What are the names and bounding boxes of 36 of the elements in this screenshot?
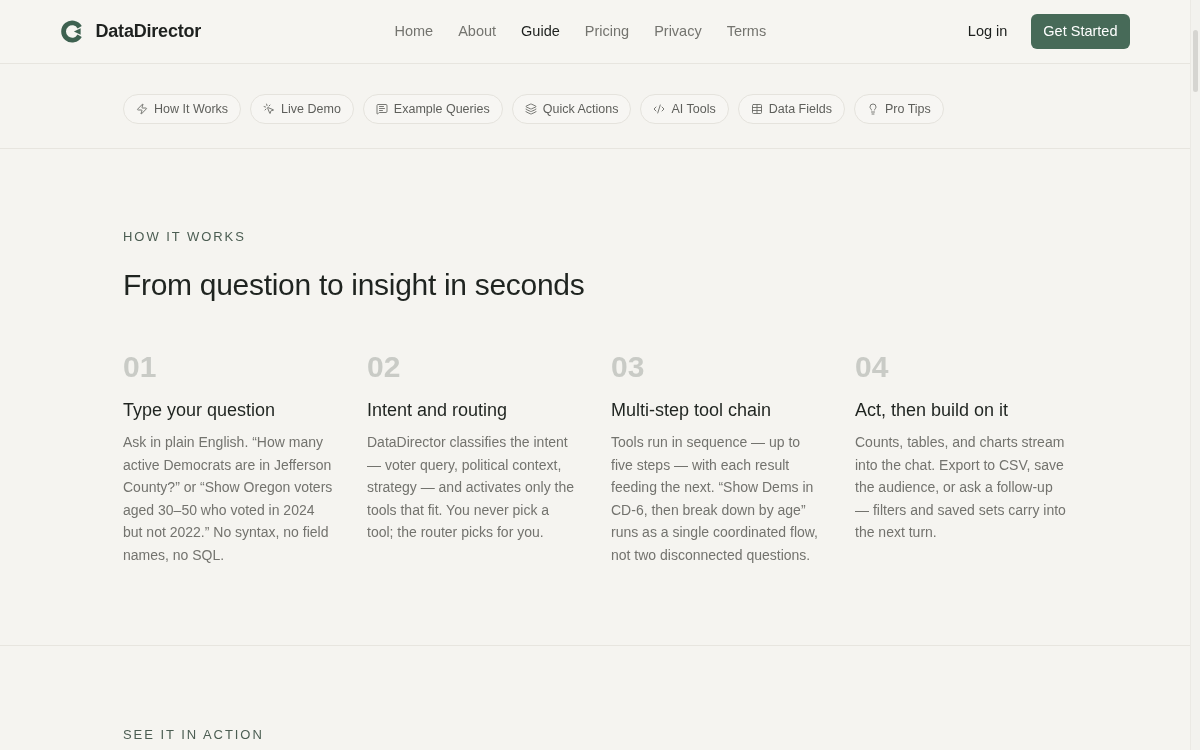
nav-link[interactable]: Privacy bbox=[654, 20, 702, 43]
section-chip[interactable]: Example Queries bbox=[362, 94, 503, 124]
layers-icon bbox=[524, 103, 537, 115]
step-title: Type your question bbox=[123, 399, 277, 422]
step-description: Counts, tables, and charts stream into the chat. Export to CSV, save the audience, or ask a follow-up — filters and saved sets carry into the next turn. bbox=[855, 433, 1067, 542]
section-eyebrow: SEE IT IN ACTION bbox=[123, 727, 265, 743]
nav-link[interactable]: Guide bbox=[521, 20, 560, 43]
lightbulb-icon bbox=[866, 103, 879, 115]
section-chip[interactable]: Data Fields bbox=[737, 94, 845, 124]
step-title: Intent and routing bbox=[367, 399, 509, 422]
lightning-icon bbox=[136, 103, 148, 115]
message-lines-icon bbox=[375, 103, 388, 115]
table-icon bbox=[750, 103, 763, 115]
login-link[interactable]: Log in bbox=[967, 20, 1008, 43]
nav-link[interactable]: About bbox=[458, 20, 497, 43]
section-eyebrow: HOW IT WORKS bbox=[123, 229, 247, 245]
nav-link[interactable]: Home bbox=[394, 20, 434, 43]
logo-icon bbox=[60, 20, 84, 43]
section-chip[interactable]: AI Tools bbox=[640, 94, 729, 124]
step-description: Tools run in sequence — up to five steps — with each result feeding the next. “Show Dems in CD-6, then break down by age” runs as a single coordinated flow, not two disconnected questions. bbox=[611, 433, 819, 565]
step-description: DataDirector classifies the intent — voter query, political context, strategy — and activates only the tools that fit. You never pick a tool; the router picks for you. bbox=[367, 433, 575, 542]
pointer-click-icon bbox=[263, 103, 276, 115]
nav-link[interactable]: Terms bbox=[726, 20, 767, 43]
section-chip[interactable]: Pro Tips bbox=[853, 94, 944, 124]
code-icon bbox=[653, 103, 666, 115]
step-title: Multi-step tool chain bbox=[611, 399, 773, 422]
section-heading: From question to insight in seconds bbox=[123, 267, 586, 303]
section-chip[interactable]: Quick Actions bbox=[511, 94, 632, 124]
brand-name[interactable]: DataDirector bbox=[95, 18, 202, 45]
section-chip[interactable]: Live Demo bbox=[250, 94, 354, 124]
scrollbar-thumb[interactable] bbox=[1193, 30, 1198, 92]
section-chip[interactable]: How It Works bbox=[123, 94, 242, 124]
get-started-button[interactable]: Get Started bbox=[1031, 14, 1130, 49]
nav-link[interactable]: Pricing bbox=[584, 20, 630, 43]
step-description: Ask in plain English. “How many active Democrats are in Jefferson County?” or “Show Oregon voters aged 30–50 who voted in 2024 but not 2022.” No syntax, no field names, no SQL. bbox=[123, 433, 334, 565]
step-title: Act, then build on it bbox=[855, 399, 1010, 422]
